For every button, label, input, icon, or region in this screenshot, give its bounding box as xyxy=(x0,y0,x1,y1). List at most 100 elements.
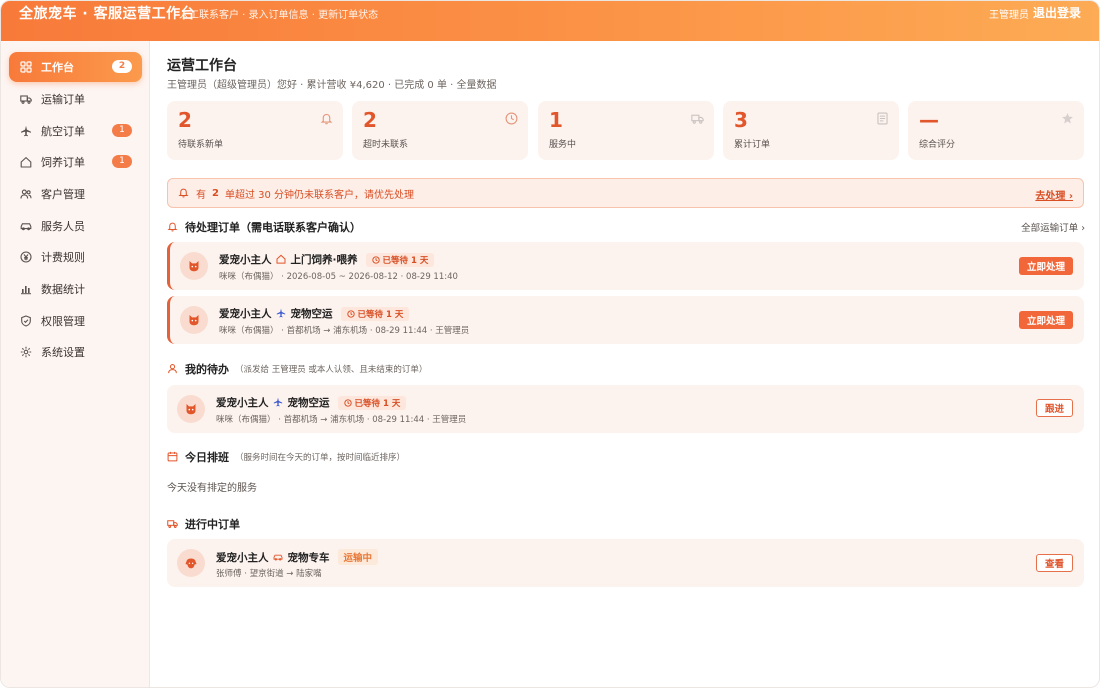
logout-button[interactable]: 退出登录 xyxy=(1033,4,1081,21)
stat-card-rating[interactable]: — 综合评分 xyxy=(908,101,1084,160)
stat-card-new-pending[interactable]: 2 待联系新单 xyxy=(167,101,343,160)
section-title: 今日排班 xyxy=(185,451,229,464)
alert-count: 2 xyxy=(212,187,219,199)
order-detail: 咪咪（布偶猫） · 首都机场 → 浦东机场 · 08-29 11:44 · 王管… xyxy=(216,415,467,425)
bell-icon xyxy=(167,221,179,233)
bar-chart-icon xyxy=(19,282,33,296)
empty-schedule-text: 今天没有排定的服务 xyxy=(167,483,257,494)
document-icon xyxy=(876,112,889,125)
sidebar-item-dashboard[interactable]: 工作台 2 xyxy=(9,52,142,82)
in-progress-order-card[interactable]: 爱宠小主人 宠物专车 运输中 张师傅 · 望京街道 → 陆家嘴 查看 xyxy=(167,539,1084,587)
current-user: 王管理员 xyxy=(989,10,1029,21)
shield-icon xyxy=(19,314,33,328)
sidebar-item-label: 权限管理 xyxy=(41,315,85,328)
sidebar-item-customers[interactable]: 客户管理 xyxy=(9,179,142,209)
app-window: 全旅宠车 · 客服运营工作台 人工联系客户 · 录入订单信息 · 更新订单状态 … xyxy=(0,0,1100,688)
stat-card-in-service[interactable]: 1 服务中 xyxy=(538,101,714,160)
grid-icon xyxy=(19,60,33,74)
sidebar-item-system-settings[interactable]: 系统设置 xyxy=(9,337,142,367)
truck-icon xyxy=(19,92,33,106)
stat-value: 2 xyxy=(178,108,192,132)
stat-value: — xyxy=(919,108,939,132)
handle-now-button[interactable]: 立即处理 xyxy=(1018,311,1073,329)
cat-avatar-icon xyxy=(180,252,208,280)
in-progress-section-header: 进行中订单 xyxy=(167,516,240,532)
section-title: 进行中订单 xyxy=(185,518,240,531)
section-title: 我的待办 xyxy=(185,363,229,376)
bell-icon xyxy=(320,112,333,125)
app-subtitle: 人工联系客户 · 录入订单信息 · 更新订单状态 xyxy=(179,10,379,21)
pending-order-card[interactable]: 爱宠小主人 宠物空运 已等待 1 天 咪咪（布偶猫） · 首都机场 → 浦东机场… xyxy=(167,296,1084,344)
plane-icon xyxy=(19,124,33,138)
order-detail: 张师傅 · 望京街道 → 陆家嘴 xyxy=(216,569,322,579)
sidebar-item-label: 系统设置 xyxy=(41,346,85,359)
main-content: 运营工作台 王管理员（超级管理员）您好 · 累计营收 ¥4,620 · 已完成 … xyxy=(167,41,1085,687)
stat-card-total-orders[interactable]: 3 累计订单 xyxy=(723,101,899,160)
status-badge: 运输中 xyxy=(337,549,379,565)
home-icon xyxy=(276,254,287,265)
plane-icon xyxy=(276,308,287,319)
gear-icon xyxy=(19,345,33,359)
follow-up-button[interactable]: 跟进 xyxy=(1035,399,1073,417)
page-title: 运营工作台 xyxy=(167,58,237,74)
badge-count: 2 xyxy=(112,60,132,73)
users-icon xyxy=(19,187,33,201)
calendar-icon xyxy=(167,451,179,463)
yen-icon xyxy=(19,250,33,264)
handle-now-button[interactable]: 立即处理 xyxy=(1018,257,1073,275)
go-handle-link[interactable]: 去处理 › xyxy=(1035,187,1073,202)
dog-avatar-icon xyxy=(177,549,205,577)
cat-avatar-icon xyxy=(177,395,205,423)
truck-icon xyxy=(691,112,704,125)
user-icon xyxy=(167,363,179,375)
badge-count: 1 xyxy=(112,124,132,137)
my-todo-order-card[interactable]: 爱宠小主人 宠物空运 已等待 1 天 咪咪（布偶猫） · 首都机场 → 浦东机场… xyxy=(167,385,1084,433)
home-icon xyxy=(19,155,33,169)
wait-time-badge: 已等待 1 天 xyxy=(340,306,410,321)
service-name: 上门饲养·喂养 xyxy=(290,254,358,266)
sidebar-item-air-orders[interactable]: 航空订单 1 xyxy=(9,116,142,146)
section-title: 待处理订单（需电话联系客户确认） xyxy=(185,221,361,234)
stat-value: 2 xyxy=(363,108,377,132)
sidebar-item-feeding-orders[interactable]: 饲养订单 1 xyxy=(9,147,142,177)
sidebar-item-service-staff[interactable]: 服务人员 xyxy=(9,211,142,241)
pending-order-card[interactable]: 爱宠小主人 上门饲养·喂养 已等待 1 天 咪咪（布偶猫） · 2026-08-… xyxy=(167,242,1084,290)
my-todo-section-header: 我的待办 （派发给 王管理员 或本人认领、且未结束的订单） xyxy=(167,361,427,377)
view-button[interactable]: 查看 xyxy=(1035,554,1073,572)
star-icon xyxy=(1061,112,1074,125)
service-name: 宠物空运 xyxy=(290,308,333,320)
sidebar-item-statistics[interactable]: 数据统计 xyxy=(9,274,142,304)
all-transport-orders-link[interactable]: 全部运输订单 › xyxy=(1021,220,1085,234)
stat-label: 累计订单 xyxy=(734,140,771,150)
sidebar-item-label: 客户管理 xyxy=(41,188,85,201)
stat-card-timeout[interactable]: 2 超时未联系 xyxy=(352,101,528,160)
plane-icon xyxy=(273,397,284,408)
section-note: （服务时间在今天的订单，按时间临近排序） xyxy=(235,453,406,463)
sidebar-item-billing-rules[interactable]: 计费规则 xyxy=(9,242,142,272)
stat-label: 综合评分 xyxy=(919,140,956,150)
stat-label: 服务中 xyxy=(549,140,577,150)
today-schedule-section-header: 今日排班 （服务时间在今天的订单，按时间临近排序） xyxy=(167,449,405,465)
sidebar-item-transport-orders[interactable]: 运输订单 xyxy=(9,84,142,114)
sidebar-item-label: 航空订单 xyxy=(41,125,85,138)
sidebar-item-label: 数据统计 xyxy=(41,283,85,296)
car-icon xyxy=(19,219,33,233)
stat-value: 3 xyxy=(734,108,748,132)
sidebar-item-label: 服务人员 xyxy=(41,220,85,233)
clock-icon xyxy=(505,112,518,125)
stat-value: 1 xyxy=(549,108,563,132)
stat-label: 超时未联系 xyxy=(363,140,409,150)
wait-time-badge: 已等待 1 天 xyxy=(365,252,435,267)
customer-name: 爱宠小主人 xyxy=(216,551,269,564)
sidebar-item-label: 工作台 xyxy=(41,61,74,74)
sidebar-item-label: 计费规则 xyxy=(41,251,85,264)
pending-section-header: 待处理订单（需电话联系客户确认） xyxy=(167,219,361,235)
wait-time-badge: 已等待 1 天 xyxy=(337,395,407,410)
sidebar-item-label: 运输订单 xyxy=(41,93,85,106)
service-name: 宠物空运 xyxy=(287,397,330,409)
sidebar-item-permissions[interactable]: 权限管理 xyxy=(9,306,142,336)
page-subtitle: 王管理员（超级管理员）您好 · 累计营收 ¥4,620 · 已完成 0 单 · … xyxy=(167,80,497,91)
customer-name: 爱宠小主人 xyxy=(216,397,269,409)
service-name: 宠物专车 xyxy=(287,551,330,564)
order-detail: 咪咪（布偶猫） · 首都机场 → 浦东机场 · 08-29 11:44 · 王管… xyxy=(219,326,470,336)
